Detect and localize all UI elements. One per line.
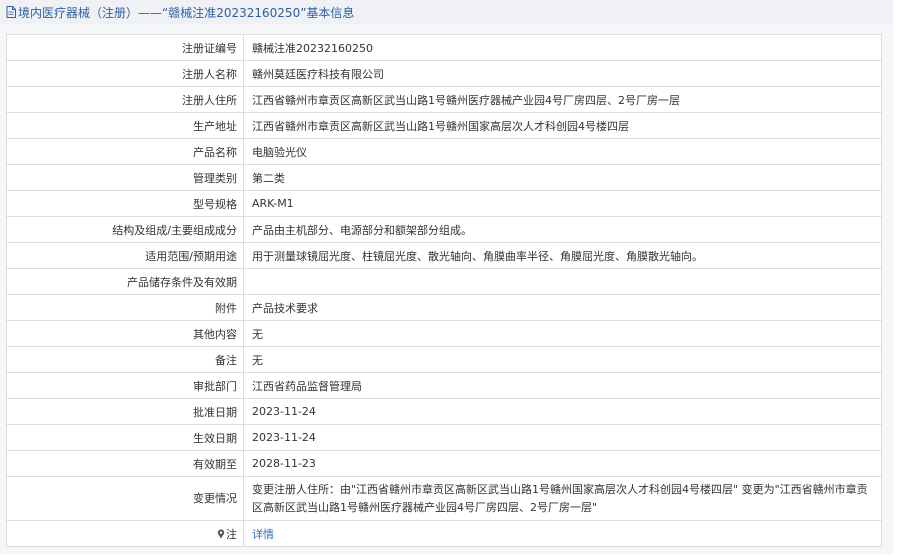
table-row-registrant-name: 注册人名称 赣州莫廷医疗科技有限公司 xyxy=(6,60,882,87)
table-row-registration-number: 注册证编号 赣械注准20232160250 xyxy=(6,34,882,61)
effective-date-label: 生效日期 xyxy=(6,424,244,451)
change-history-value: 变更注册人住所：由"江西省赣州市章贡区高新区武当山路1号赣州国家高层次人才科创园… xyxy=(243,476,882,521)
expiry-date-value: 2028-11-23 xyxy=(243,450,882,477)
registrant-address-label: 注册人住所 xyxy=(6,86,244,113)
page-title: 境内医疗器械（注册）——“赣械注准20232160250”基本信息 xyxy=(18,5,355,20)
pin-icon xyxy=(217,528,225,539)
table-row-other-content: 其他内容无 xyxy=(6,320,882,347)
management-category-value: 第二类 xyxy=(243,164,882,191)
approval-department-value: 江西省药品监督管理局 xyxy=(243,372,882,399)
table-row-intended-use: 适用范围/预期用途 用于测量球镜屈光度、柱镜屈光度、散光轴向、角膜曲率半径、角膜屈… xyxy=(6,242,882,269)
table-row-product-name: 产品名称 电脑验光仪 xyxy=(6,138,882,165)
product-name-value: 电脑验光仪 xyxy=(243,138,882,165)
table-row-registrant-address: 注册人住所 江西省赣州市章贡区高新区武当山路1号赣州医疗器械产业园4号厂房四层、2… xyxy=(6,86,882,113)
table-row-change-history: 变更情况 变更注册人住所：由"江西省赣州市章贡区高新区武当山路1号赣州国家高层次人… xyxy=(6,476,882,521)
table-row-model-spec: 型号规格 ARK-M1 xyxy=(6,190,882,217)
intended-use-value: 用于测量球镜屈光度、柱镜屈光度、散光轴向、角膜曲率半径、角膜屈光度、角膜散光轴向… xyxy=(243,242,882,269)
change-history-label: 变更情况 xyxy=(6,476,244,521)
approval-date-label: 批准日期 xyxy=(6,398,244,425)
other-content-value: 无 xyxy=(243,320,882,347)
note-label: 注 xyxy=(226,527,237,541)
production-address-value: 江西省赣州市章贡区高新区武当山路1号赣州国家高层次人才科创园4号楼四层 xyxy=(243,112,882,139)
info-table: 注册证编号 赣械注准20232160250 注册人名称 赣州莫廷医疗科技有限公司 注册人… xyxy=(6,34,882,547)
structure-composition-value: 产品由主机部分、电源部分和额架部分组成。 xyxy=(243,216,882,243)
table-row-management-category: 管理类别 第二类 xyxy=(6,164,882,191)
table-row-attachments: 附件 产品技术要求 xyxy=(6,294,882,321)
details-link[interactable]: 详情 xyxy=(252,528,274,541)
table-row-structure-composition: 结构及组成/主要组成成分 产品由主机部分、电源部分和额架部分组成。 xyxy=(6,216,882,243)
table-row-storage-conditions: 产品储存条件及有效期 xyxy=(6,268,882,295)
registration-number-label: 注册证编号 xyxy=(6,34,244,61)
table-row-expiry-date: 有效期至 2028-11-23 xyxy=(6,450,882,477)
management-category-label: 管理类别 xyxy=(6,164,244,191)
table-row-note: 注 详情 xyxy=(6,520,882,547)
production-address-label: 生产地址 xyxy=(6,112,244,139)
document-icon xyxy=(6,6,16,18)
table-row-remarks: 备注无 xyxy=(6,346,882,373)
structure-composition-label: 结构及组成/主要组成成分 xyxy=(6,216,244,243)
registrant-name-label: 注册人名称 xyxy=(6,60,244,87)
effective-date-value: 2023-11-24 xyxy=(243,424,882,451)
table-row-effective-date: 生效日期 2023-11-24 xyxy=(6,424,882,451)
remarks-label: 备注 xyxy=(6,346,244,373)
intended-use-label: 适用范围/预期用途 xyxy=(6,242,244,269)
table-row-production-address: 生产地址 江西省赣州市章贡区高新区武当山路1号赣州国家高层次人才科创园4号楼四层 xyxy=(6,112,882,139)
table-row-approval-department: 审批部门 江西省药品监督管理局 xyxy=(6,372,882,399)
registration-number-value: 赣械注准20232160250 xyxy=(243,34,882,61)
remarks-value: 无 xyxy=(243,346,882,373)
model-spec-value: ARK-M1 xyxy=(243,190,882,217)
approval-date-value: 2023-11-24 xyxy=(243,398,882,425)
product-name-label: 产品名称 xyxy=(6,138,244,165)
registrant-name-value: 赣州莫廷医疗科技有限公司 xyxy=(243,60,882,87)
expiry-date-label: 有效期至 xyxy=(6,450,244,477)
other-content-label: 其他内容 xyxy=(6,320,244,347)
approval-department-label: 审批部门 xyxy=(6,372,244,399)
note-value-cell: 详情 xyxy=(243,520,882,547)
storage-conditions-value xyxy=(243,268,882,295)
attachments-value: 产品技术要求 xyxy=(243,294,882,321)
note-label-cell: 注 xyxy=(6,520,244,547)
table-row-approval-date: 批准日期 2023-11-24 xyxy=(6,398,882,425)
page-header: 境内医疗器械（注册）——“赣械注准20232160250”基本信息 xyxy=(0,0,893,25)
storage-conditions-label: 产品储存条件及有效期 xyxy=(6,268,244,295)
registrant-address-value: 江西省赣州市章贡区高新区武当山路1号赣州医疗器械产业园4号厂房四层、2号厂房一层 xyxy=(243,86,882,113)
info-panel: 注册证编号 赣械注准20232160250 注册人名称 赣州莫廷医疗科技有限公司 注册人… xyxy=(0,24,893,554)
model-spec-label: 型号规格 xyxy=(6,190,244,217)
attachments-label: 附件 xyxy=(6,294,244,321)
